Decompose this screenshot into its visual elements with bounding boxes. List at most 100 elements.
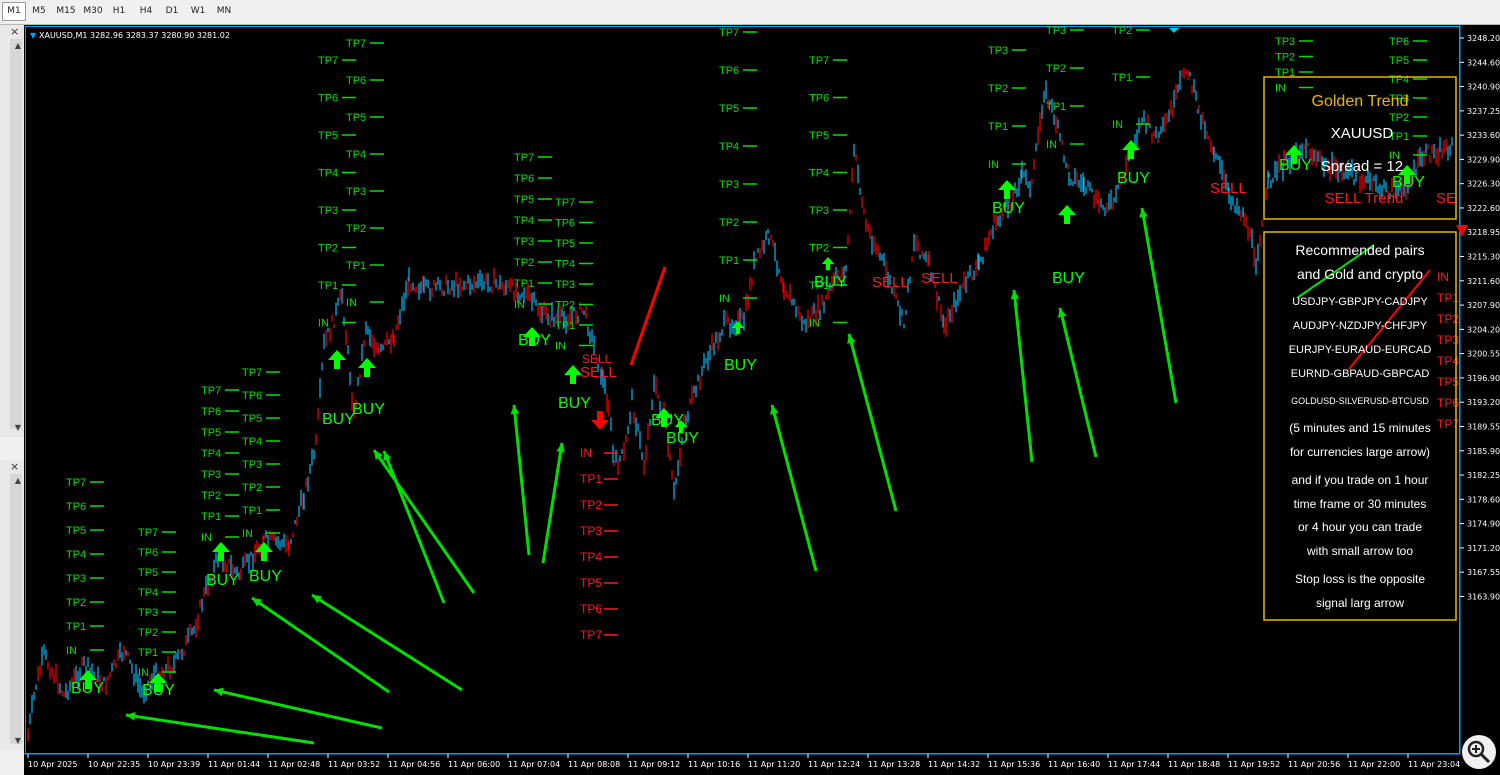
- scrollbar[interactable]: [10, 39, 22, 429]
- notes-pairs: EURJPY-EURAUD-EURCAD: [1289, 344, 1432, 356]
- tp-label: TP6: [809, 93, 829, 105]
- buy-arrow-icon: [358, 358, 376, 377]
- tp-label: TP7: [346, 38, 366, 50]
- buy-label: BUY: [142, 682, 175, 699]
- buy-label: BUY: [558, 395, 591, 412]
- timeframe-w1[interactable]: W1: [187, 3, 209, 20]
- notes-text: time frame or 30 minutes: [1294, 497, 1427, 511]
- timeframe-m30[interactable]: M30: [81, 3, 105, 20]
- price-label: 3167.55: [1467, 568, 1500, 577]
- time-label: 11 Apr 20:56: [1288, 760, 1340, 769]
- time-label: 11 Apr 04:56: [388, 760, 440, 769]
- tp-label: TP4: [514, 215, 534, 227]
- sell-label: SELL: [1210, 180, 1247, 197]
- tp-label: IN: [514, 299, 525, 311]
- time-label: 10 Apr 2025: [28, 760, 77, 769]
- price-chart[interactable]: 3248.20 3244.60 3240.90 3237.25 3233.60 3229.…: [24, 25, 1500, 775]
- tp-label: TP3: [1046, 25, 1066, 37]
- tp-label: TP7: [201, 385, 221, 397]
- tp-label: TP5: [719, 103, 739, 115]
- sell-label: SELL: [872, 274, 909, 291]
- close-icon[interactable]: ×: [10, 460, 19, 473]
- notes-text: for currencies large arrow): [1290, 445, 1430, 459]
- price-label: 3193.20: [1467, 398, 1500, 407]
- scroll-up-icon[interactable]: ▲: [15, 41, 21, 50]
- time-label: 11 Apr 09:12: [628, 760, 680, 769]
- tp-label: TP1: [346, 260, 366, 272]
- price-label: 3218.95: [1467, 228, 1500, 237]
- buy-arrow-icon: [821, 257, 835, 271]
- tp-label: IN: [318, 318, 329, 330]
- chart-canvas[interactable]: 3248.20 3244.60 3240.90 3237.25 3233.60 3229.…: [24, 25, 1500, 775]
- tp-label: TP2: [514, 257, 534, 269]
- time-label: 11 Apr 13:28: [868, 760, 920, 769]
- left-panel-top: × ▲ ▼: [0, 25, 25, 437]
- price-label: 3207.90: [1467, 301, 1500, 310]
- tp-label: TP2: [1112, 25, 1132, 37]
- tp-label: TP2: [201, 490, 221, 502]
- box-spread: Spread = 12: [1321, 158, 1403, 175]
- tp-label: TP7: [138, 527, 158, 539]
- symbol-info: XAUUSD,M1 3282.96 3283.37 3280.90 3281.0…: [39, 31, 230, 40]
- buy-label: BUY: [322, 411, 355, 428]
- timeframe-mn[interactable]: MN: [212, 3, 236, 20]
- tp-label: TP7: [66, 477, 86, 489]
- timeframe-m1[interactable]: M1: [2, 2, 26, 21]
- annotation-arrow: [847, 333, 898, 512]
- sell-arrow-icon: [591, 411, 609, 430]
- sell-label: SELL: [580, 364, 617, 381]
- tp-label: TP6: [555, 218, 575, 230]
- tp-label: IN: [1046, 139, 1057, 151]
- tp-label: TP5: [138, 567, 158, 579]
- chart-menu-icon: ▼: [30, 31, 37, 40]
- price-label: 3240.90: [1467, 83, 1500, 92]
- tp-label: TP6: [346, 75, 366, 87]
- tp-label: TP5: [346, 112, 366, 124]
- price-label: 3215.30: [1467, 253, 1500, 262]
- buy-arrow-icon: [1058, 205, 1076, 224]
- scrollbar[interactable]: [10, 474, 22, 744]
- tp-label: TP5: [1389, 55, 1409, 67]
- buy-label: BUY: [1117, 170, 1150, 187]
- time-label: 11 Apr 03:52: [328, 760, 380, 769]
- tp-label: TP2: [346, 223, 366, 235]
- tp-label: IN: [201, 532, 212, 544]
- tp-label: TP1: [514, 278, 534, 290]
- tp-label: TP7: [318, 55, 338, 67]
- scroll-down-icon[interactable]: ▼: [15, 423, 21, 432]
- time-label: 11 Apr 11:20: [748, 760, 800, 769]
- tp-label: TP3: [346, 186, 366, 198]
- timeframe-d1[interactable]: D1: [161, 3, 183, 20]
- timeframe-m5[interactable]: M5: [28, 3, 50, 20]
- tp-label: TP1: [555, 320, 575, 332]
- timeframe-h1[interactable]: H1: [108, 3, 130, 20]
- time-label: 11 Apr 22:00: [1348, 760, 1400, 769]
- buy-label: BUY: [249, 568, 282, 585]
- price-label: 3233.60: [1467, 131, 1500, 140]
- scroll-up-icon[interactable]: ▲: [15, 476, 21, 485]
- tp-label: TP5: [318, 130, 338, 142]
- price-label: 3196.90: [1467, 374, 1500, 383]
- price-label: 3226.30: [1467, 180, 1500, 189]
- timeframe-m15[interactable]: M15: [53, 3, 79, 20]
- annotation-arrow: [382, 450, 446, 604]
- tp-label: TP2: [138, 627, 158, 639]
- zoom-icon[interactable]: [1462, 735, 1496, 769]
- tp-label: TP7: [242, 367, 262, 379]
- tp-label: TP6: [514, 173, 534, 185]
- tp-label: TP1: [988, 121, 1008, 133]
- close-icon[interactable]: ×: [10, 25, 19, 38]
- scroll-down-icon[interactable]: ▼: [15, 736, 21, 745]
- buy-label: BUY: [992, 200, 1025, 217]
- tp-label: TP4: [242, 436, 262, 448]
- time-label: 11 Apr 19:52: [1228, 760, 1280, 769]
- tp-label: TP2: [66, 597, 86, 609]
- tp-label: TP3: [138, 607, 158, 619]
- price-label: 3244.60: [1467, 58, 1500, 67]
- time-label: 11 Apr 23:04: [1408, 760, 1460, 769]
- buy-label: BUY: [206, 572, 239, 589]
- tp-label: TP2: [1389, 112, 1409, 124]
- tp-label: TP1: [1046, 101, 1066, 113]
- tp-label: TP6: [66, 501, 86, 513]
- timeframe-h4[interactable]: H4: [135, 3, 157, 20]
